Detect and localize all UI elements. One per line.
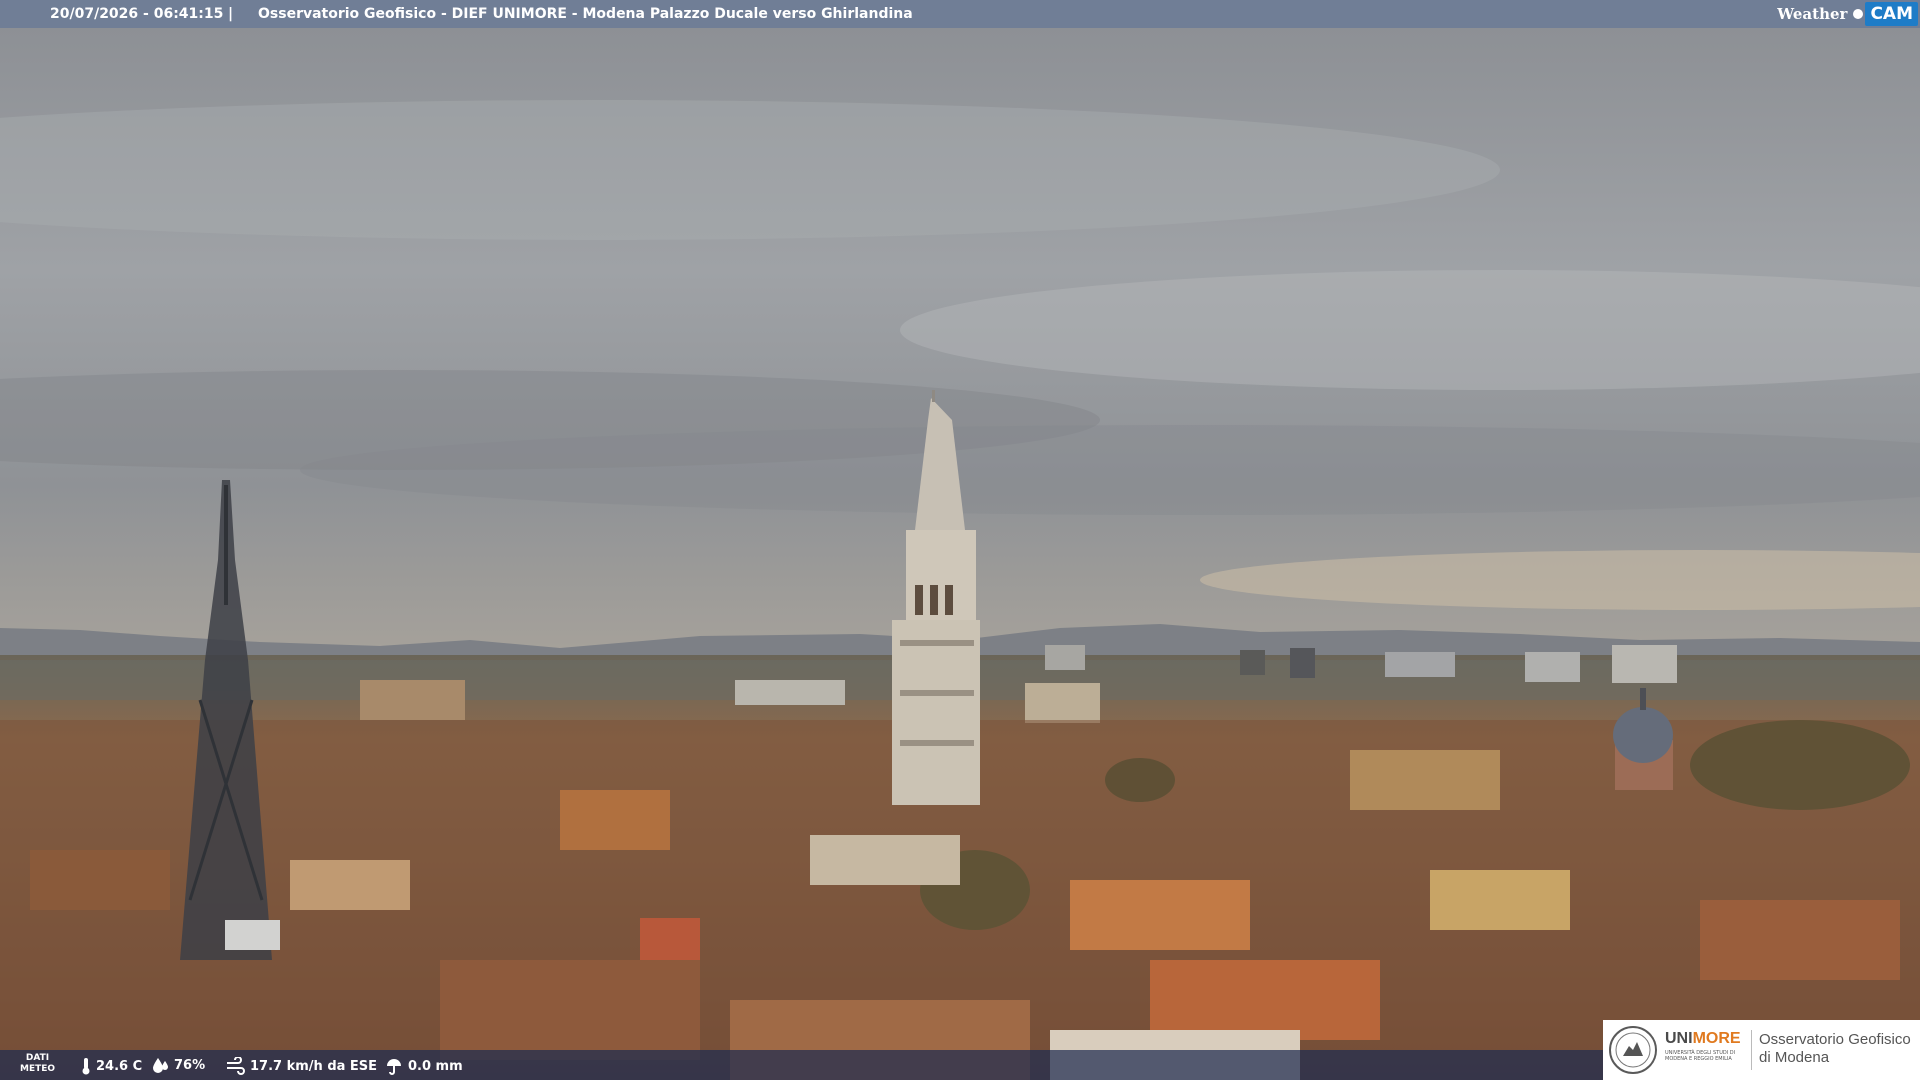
humidity-readout: 76%	[152, 1057, 205, 1073]
humidity-value: 76%	[174, 1057, 206, 1073]
wind-value: 17.7 km/h da ESE	[250, 1058, 378, 1074]
caption-bar: 20/07/2026 - 06:41:15 | Osservatorio Geo…	[0, 0, 1920, 28]
rain-value: 0.0 mm	[408, 1058, 463, 1074]
brand-cam-text: CAM	[1865, 1, 1918, 26]
wind-readout: 17.7 km/h da ESE	[226, 1057, 377, 1075]
temperature-value: 24.6 C	[96, 1058, 143, 1074]
observatory-line2: di Modena	[1759, 1049, 1830, 1066]
separator: |	[228, 6, 234, 22]
unimore-part2: MORE	[1692, 1030, 1741, 1047]
city-skyline-photo	[0, 0, 1920, 1080]
brand-weather-text: Weather	[1777, 4, 1848, 23]
weathercam-logo: Weather CAM	[1773, 1, 1918, 26]
rain-icon	[387, 1059, 401, 1075]
weather-label-line1: DATI	[25, 1053, 50, 1063]
wind-icon	[227, 1057, 245, 1075]
thermometer-icon	[82, 1058, 90, 1075]
seal-emblem-icon	[1615, 1032, 1651, 1068]
university-seal-icon	[1609, 1026, 1657, 1074]
logo-divider	[1751, 1030, 1752, 1070]
temperature-readout: 24.6 C	[80, 1057, 142, 1075]
brand-dot-icon	[1853, 8, 1864, 19]
camera-title: Osservatorio Geofisico - DIEF UNIMORE - …	[258, 6, 913, 22]
rain-readout: 0.0 mm	[384, 1057, 463, 1075]
unimore-wordmark: UNIMORE	[1665, 1030, 1741, 1048]
weather-data-bar: DATI METEO 24.6 C 76% 17.7 km/h da ESE 0…	[0, 1050, 1603, 1080]
unimore-subtitle: Università degli studi di Modena e Reggi…	[1665, 1050, 1736, 1062]
unimore-observatory-logo: UNIMORE Università degli studi di Modena…	[1603, 1020, 1920, 1080]
unimore-part1: UNI	[1665, 1030, 1693, 1047]
observatory-name: Osservatorio Geofisico di Modena	[1759, 1031, 1911, 1067]
weather-label: DATI METEO	[20, 1053, 55, 1075]
observatory-line1: Osservatorio Geofisico	[1759, 1031, 1911, 1048]
timestamp: 20/07/2026 - 06:41:15	[50, 6, 224, 22]
humidity-drop-icon	[153, 1058, 168, 1073]
weather-label-line2: METEO	[20, 1064, 56, 1074]
